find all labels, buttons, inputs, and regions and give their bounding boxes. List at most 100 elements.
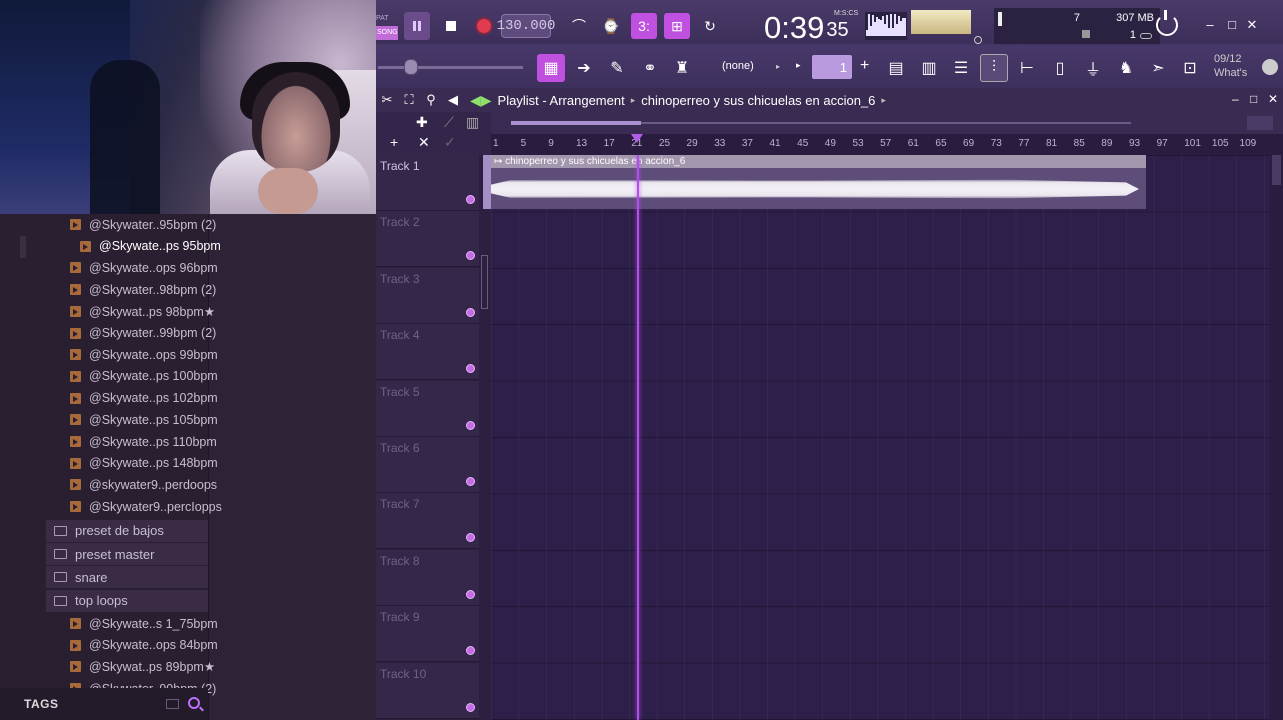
record-button[interactable]: [471, 12, 497, 40]
pattern-selector[interactable]: 1: [812, 55, 852, 79]
close-icon[interactable]: ✕: [1245, 18, 1259, 32]
browser-folder[interactable]: top loops: [46, 589, 208, 612]
slide-icon[interactable]: ⟋: [444, 114, 454, 131]
track-mute-led[interactable]: [466, 646, 475, 656]
browser-file-item[interactable]: @Skywater..98bpm (2): [70, 279, 216, 300]
folder-icon[interactable]: [166, 699, 179, 709]
browser-folder[interactable]: preset master: [46, 543, 208, 566]
overview-scroll-handle[interactable]: [1247, 116, 1273, 130]
link-chain-icon[interactable]: ⚭: [636, 54, 664, 82]
news-panel[interactable]: 09/12 What's: [1214, 52, 1260, 86]
oscilloscope[interactable]: [865, 12, 907, 40]
track-mute-led[interactable]: [466, 307, 475, 317]
speaker-icon[interactable]: ◀: [442, 88, 464, 112]
time-display[interactable]: 0:39 35 M:S:CS: [764, 6, 862, 46]
playlist-vertical-scrollbar[interactable]: [1270, 155, 1283, 720]
countdown-icon[interactable]: 3:: [631, 13, 657, 39]
browser-file-item[interactable]: @Skywate..s 1_75bpm: [70, 613, 218, 634]
audio-clip-label[interactable]: ↦ chinoperreo y sus chicuelas en accion_…: [491, 155, 1146, 168]
track-header[interactable]: Track 4: [376, 324, 479, 381]
track-mute-led[interactable]: [466, 589, 475, 599]
play-arrow-icon[interactable]: ◀▶: [470, 92, 492, 109]
track-header[interactable]: Track 6: [376, 437, 479, 493]
browser-scroll-indicator[interactable]: [20, 236, 26, 258]
audio-clip[interactable]: ↦ chinoperreo y sus chicuelas en accion_…: [491, 155, 1146, 209]
browser-file-item[interactable]: @Skywat..ps 89bpm★: [70, 656, 215, 677]
wait-record-icon[interactable]: ⌚: [598, 13, 624, 39]
browser-folder[interactable]: preset de bajos: [46, 519, 208, 542]
browser-file-item[interactable]: @Skywater..99bpm (2): [70, 323, 216, 344]
maximize-icon[interactable]: □: [1225, 18, 1239, 32]
touch-controller-icon[interactable]: ♞: [1112, 54, 1140, 82]
song-label[interactable]: SONG: [376, 26, 398, 40]
track-mute-led[interactable]: [466, 702, 475, 712]
playlist-minimize-icon[interactable]: –: [1232, 92, 1239, 106]
tempo-display[interactable]: 130.000: [497, 14, 555, 38]
browser-file-item[interactable]: @Skywate..ops 99bpm: [70, 344, 218, 365]
browser-file-item[interactable]: @Skywat..ps 98bpm★: [70, 301, 215, 322]
audio-clip-waveform[interactable]: [491, 168, 1146, 209]
add-pattern-icon[interactable]: +: [860, 57, 869, 75]
playlist-maximize-icon[interactable]: □: [1250, 92, 1257, 106]
browser-file-item[interactable]: @Skywater9..percIopps: [70, 496, 222, 517]
browser-file-item[interactable]: @Skywate..ps 105bpm: [70, 409, 218, 430]
zoom-icon[interactable]: ⚲: [420, 88, 442, 112]
arrow-right-icon[interactable]: ➔: [570, 54, 598, 82]
pattern-icon[interactable]: ✚: [416, 114, 428, 131]
playhead[interactable]: [637, 155, 639, 720]
arrangement-grid[interactable]: ↦ chinoperreo y sus chicuelas en accion_…: [491, 155, 1270, 720]
arrangement-arrow-icon[interactable]: ▸: [881, 95, 886, 106]
piano-keys-icon[interactable]: ▥: [466, 114, 479, 131]
track-list-scrollbar[interactable]: [481, 255, 488, 309]
add-track-icon[interactable]: +: [390, 134, 398, 150]
check-icon[interactable]: ✓: [444, 134, 456, 151]
track-mute-led[interactable]: [466, 364, 475, 374]
clip-grab-handle[interactable]: [483, 155, 491, 209]
mixer-icon[interactable]: ⫶: [980, 54, 1008, 82]
step-edit-icon[interactable]: ⊞: [664, 13, 690, 39]
track-mute-led[interactable]: [466, 251, 475, 261]
browser-file-item[interactable]: @Skywate..ops 84bpm: [70, 635, 218, 656]
piano-roll-icon[interactable]: ▦: [537, 54, 565, 82]
track-header[interactable]: Track 9: [376, 606, 479, 663]
track-mute-led[interactable]: [466, 533, 475, 543]
timeline-ruler[interactable]: 1 5 9 13 17 21 25 29 33 37 41 45 49 53 57 61 65 69 73 77 81 8…: [491, 134, 1283, 155]
track-header[interactable]: Track 5: [376, 380, 479, 437]
browser-file-item[interactable]: @Skywater..95bpm (2): [70, 214, 216, 235]
snap-dropdown-icon[interactable]: ▸: [776, 62, 780, 71]
browser-file-item[interactable]: @Skywate..ps 100bpm: [70, 366, 218, 387]
loop-record-icon[interactable]: ↻: [697, 13, 723, 39]
power-icon[interactable]: [1156, 10, 1178, 36]
pencil-icon[interactable]: ✎: [603, 54, 631, 82]
track-header[interactable]: Track 10: [376, 662, 479, 719]
browser-file-item[interactable]: @Skywate..ps 148bpm: [70, 453, 218, 474]
globe-icon[interactable]: [1262, 59, 1278, 75]
scissors-icon[interactable]: ✂: [376, 88, 398, 112]
track-header[interactable]: Track 2: [376, 211, 479, 268]
step-sequencer-icon[interactable]: ▥: [915, 54, 943, 82]
track-mute-led[interactable]: [466, 195, 475, 204]
play-pause-button[interactable]: [404, 12, 430, 40]
master-volume-slider[interactable]: [378, 66, 523, 69]
track-header[interactable]: Track 3: [376, 267, 479, 324]
browser-icon[interactable]: ▯: [1046, 54, 1074, 82]
browser-folder[interactable]: snare: [46, 566, 208, 589]
browser-file-item[interactable]: @Skywate..ps 102bpm: [70, 388, 218, 409]
playlist-close-icon[interactable]: ✕: [1268, 92, 1278, 106]
metronome-icon[interactable]: ⌒: [566, 13, 592, 39]
browser-file-item[interactable]: @Skywate..ps 95bpm: [80, 236, 221, 257]
render-icon[interactable]: ➣: [1144, 54, 1172, 82]
stamp-icon[interactable]: ♜: [668, 54, 696, 82]
playlist-window-icon[interactable]: ▤: [882, 54, 910, 82]
master-pitch-knob[interactable]: [974, 36, 982, 44]
track-header[interactable]: Track 1: [376, 155, 479, 211]
shop-icon[interactable]: ⊡: [1176, 54, 1204, 82]
master-volume-handle[interactable]: [404, 59, 418, 75]
song-position-marker[interactable]: [631, 134, 643, 143]
plugin-icon[interactable]: ⏚: [1079, 54, 1107, 82]
pat-song-toggle[interactable]: PAT SONG: [376, 12, 398, 42]
snap-selector[interactable]: (none): [722, 56, 780, 76]
plugin-picker-icon[interactable]: ⊢: [1013, 54, 1041, 82]
overview-position[interactable]: [511, 121, 641, 125]
search-icon[interactable]: [188, 697, 200, 709]
